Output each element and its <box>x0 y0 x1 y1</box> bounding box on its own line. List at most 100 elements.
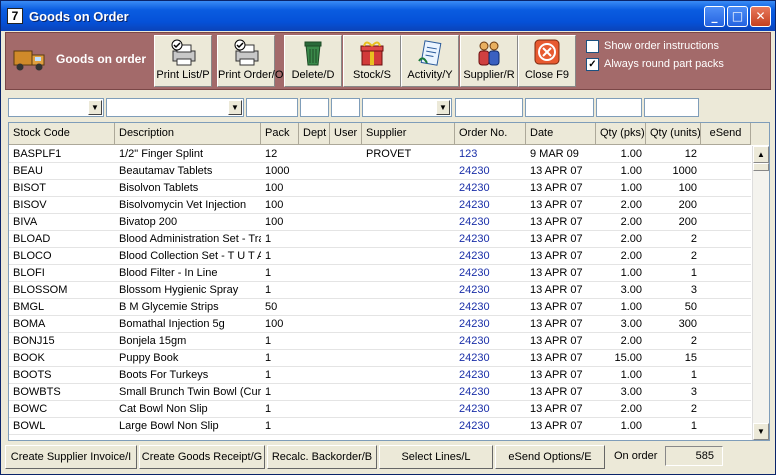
title-bar[interactable]: 7 Goods on Order _ □ ✕ <box>1 1 775 31</box>
delete-button[interactable]: Delete/D <box>284 35 342 87</box>
cell-dept <box>299 197 330 214</box>
qty-pks-filter[interactable] <box>596 98 642 117</box>
table-row[interactable]: BOWL Large Bowl Non Slip 1 24230 13 APR 07 1.… <box>9 418 751 435</box>
close-button[interactable]: Close F9 <box>518 35 576 87</box>
table-row[interactable]: BASPLF1 1/2" Finger Splint 12 PROVET 123 9 MA… <box>9 146 751 163</box>
checkbox-box[interactable]: ✓ <box>586 57 599 71</box>
user-filter[interactable] <box>331 98 360 117</box>
table-row[interactable]: BISOT Bisolvon Tablets 100 24230 13 APR 07 1.… <box>9 180 751 197</box>
table-row[interactable]: BOWBTS Small Brunch Twin Bowl (Cur 1 24230 1… <box>9 384 751 401</box>
cell-stock-code: BOWC <box>13 403 48 415</box>
minimize-button[interactable]: _ <box>704 6 725 27</box>
column-header-dept[interactable]: Dept <box>299 123 330 145</box>
table-row[interactable]: BMGL B M Glycemie Strips 50 24230 13 APR 07 1… <box>9 299 751 316</box>
cell-date: 13 APR 07 <box>530 403 583 415</box>
cell-order-no: 24230 <box>459 284 490 296</box>
esend-options-button[interactable]: eSend Options/E <box>495 445 605 469</box>
column-header-date[interactable]: Date <box>526 123 596 145</box>
table-row[interactable]: BONJ15 Bonjela 15gm 1 24230 13 APR 07 2.00 2 <box>9 333 751 350</box>
cell-description: Blood Filter - In Line <box>119 267 218 279</box>
close-window-button[interactable]: ✕ <box>750 6 771 27</box>
always-round-part-packs-checkbox[interactable]: ✓ Always round part packs <box>586 55 724 73</box>
supplier-button[interactable]: Supplier/R <box>460 35 518 87</box>
scroll-down-icon[interactable]: ▼ <box>753 423 769 440</box>
on-order-label: On order <box>614 450 658 462</box>
chevron-down-icon[interactable]: ▼ <box>88 100 102 115</box>
cell-qty-pks: 1.00 <box>620 182 642 194</box>
cell-esend <box>701 401 751 418</box>
delivery-truck-icon <box>12 45 48 73</box>
supplier-filter[interactable]: ▼ <box>362 98 452 117</box>
stock-button[interactable]: Stock/S <box>343 35 401 87</box>
table-row[interactable]: BLOSSOM Blossom Hygienic Spray 1 24230 13 AP… <box>9 282 751 299</box>
cell-pack: 1000 <box>265 165 290 177</box>
cell-description: Bonjela 15gm <box>119 335 187 347</box>
chevron-down-icon[interactable]: ▼ <box>436 100 450 115</box>
pack-filter[interactable] <box>246 98 298 117</box>
table-row[interactable]: BIVA Bivatop 200 100 24230 13 APR 07 2.00 200 <box>9 214 751 231</box>
cell-esend <box>701 214 751 231</box>
column-header-esend[interactable]: eSend <box>701 123 751 145</box>
chevron-down-icon[interactable]: ▼ <box>228 100 242 115</box>
cell-supplier <box>362 197 455 214</box>
qty-units-filter[interactable] <box>644 98 699 117</box>
cell-order-no: 123 <box>459 148 478 160</box>
create-supplier-invoice-button[interactable]: Create Supplier Invoice/I <box>5 445 137 469</box>
cell-order-no: 24230 <box>459 369 490 381</box>
stock-code-filter[interactable]: ▼ <box>8 98 104 117</box>
show-order-instructions-checkbox[interactable]: Show order instructions <box>586 37 724 55</box>
table-row[interactable]: BLOFI Blood Filter - In Line 1 24230 13 APR … <box>9 265 751 282</box>
print-list-button[interactable]: Print List/P <box>154 35 212 87</box>
column-header-supplier[interactable]: Supplier <box>362 123 455 145</box>
recalc-backorder-button[interactable]: Recalc. Backorder/B <box>267 445 377 469</box>
date-filter[interactable] <box>525 98 594 117</box>
cell-dept <box>299 316 330 333</box>
maximize-button[interactable]: □ <box>727 6 748 27</box>
cell-user <box>330 333 362 350</box>
column-header-user[interactable]: User <box>330 123 362 145</box>
description-filter[interactable]: ▼ <box>106 98 244 117</box>
activity-button[interactable]: Activity/Y <box>401 35 459 87</box>
cell-qty-pks: 3.00 <box>620 318 642 330</box>
order-no-filter[interactable] <box>455 98 523 117</box>
cell-description: Large Bowl Non Slip <box>119 420 219 432</box>
cell-description: Small Brunch Twin Bowl (Cur <box>119 386 261 398</box>
column-header-pack[interactable]: Pack <box>261 123 299 145</box>
column-header-description[interactable]: Description <box>115 123 261 145</box>
column-header-qty-pks[interactable]: Qty (pks) <box>596 123 646 145</box>
print-order-button[interactable]: Print Order/O <box>217 35 283 87</box>
cell-user <box>330 197 362 214</box>
cell-order-no: 24230 <box>459 301 490 313</box>
gift-box-icon <box>357 39 387 67</box>
cell-dept <box>299 146 330 163</box>
table-row[interactable]: BLOAD Blood Administration Set - Tra 1 2423… <box>9 231 751 248</box>
scroll-up-icon[interactable]: ▲ <box>753 146 769 163</box>
cell-date: 13 APR 07 <box>530 182 583 194</box>
checkbox-box[interactable] <box>586 39 599 53</box>
dept-filter[interactable] <box>300 98 329 117</box>
create-goods-receipt-button[interactable]: Create Goods Receipt/G <box>139 445 265 469</box>
column-header-order-no[interactable]: Order No. <box>455 123 526 145</box>
cell-date: 13 APR 07 <box>530 369 583 381</box>
cell-qty-units: 1000 <box>672 165 697 177</box>
delete-label: Delete/D <box>291 69 335 81</box>
table-row[interactable]: BOOTS Boots For Turkeys 1 24230 13 APR 07 1.0… <box>9 367 751 384</box>
table-row[interactable]: BLOCO Blood Collection Set - T U T A 1 2423… <box>9 248 751 265</box>
table-row[interactable]: BISOV Bisolvomycin Vet Injection 100 24230 1… <box>9 197 751 214</box>
cell-order-no: 24230 <box>459 216 490 228</box>
table-row[interactable]: BEAU Beautamav Tablets 1000 24230 13 APR 07 1… <box>9 163 751 180</box>
table-row[interactable]: BOWC Cat Bowl Non Slip 1 24230 13 APR 07 2.00… <box>9 401 751 418</box>
cell-user <box>330 282 362 299</box>
column-header-qty-units[interactable]: Qty (units) <box>646 123 701 145</box>
cell-description: 1/2" Finger Splint <box>119 148 204 160</box>
select-lines-button[interactable]: Select Lines/L <box>379 445 493 469</box>
cell-date: 13 APR 07 <box>530 284 583 296</box>
scroll-thumb[interactable] <box>753 163 769 171</box>
cell-pack: 12 <box>265 148 278 160</box>
cell-stock-code: BISOV <box>13 199 47 211</box>
table-row[interactable]: BOOK Puppy Book 1 24230 13 APR 07 15.00 15 <box>9 350 751 367</box>
vertical-scrollbar[interactable]: ▲ ▼ <box>752 146 769 440</box>
column-header-stock-code[interactable]: Stock Code <box>9 123 115 145</box>
table-row[interactable]: BOMA Bomathal Injection 5g 100 24230 13 APR … <box>9 316 751 333</box>
cell-stock-code: BLOAD <box>13 233 51 245</box>
